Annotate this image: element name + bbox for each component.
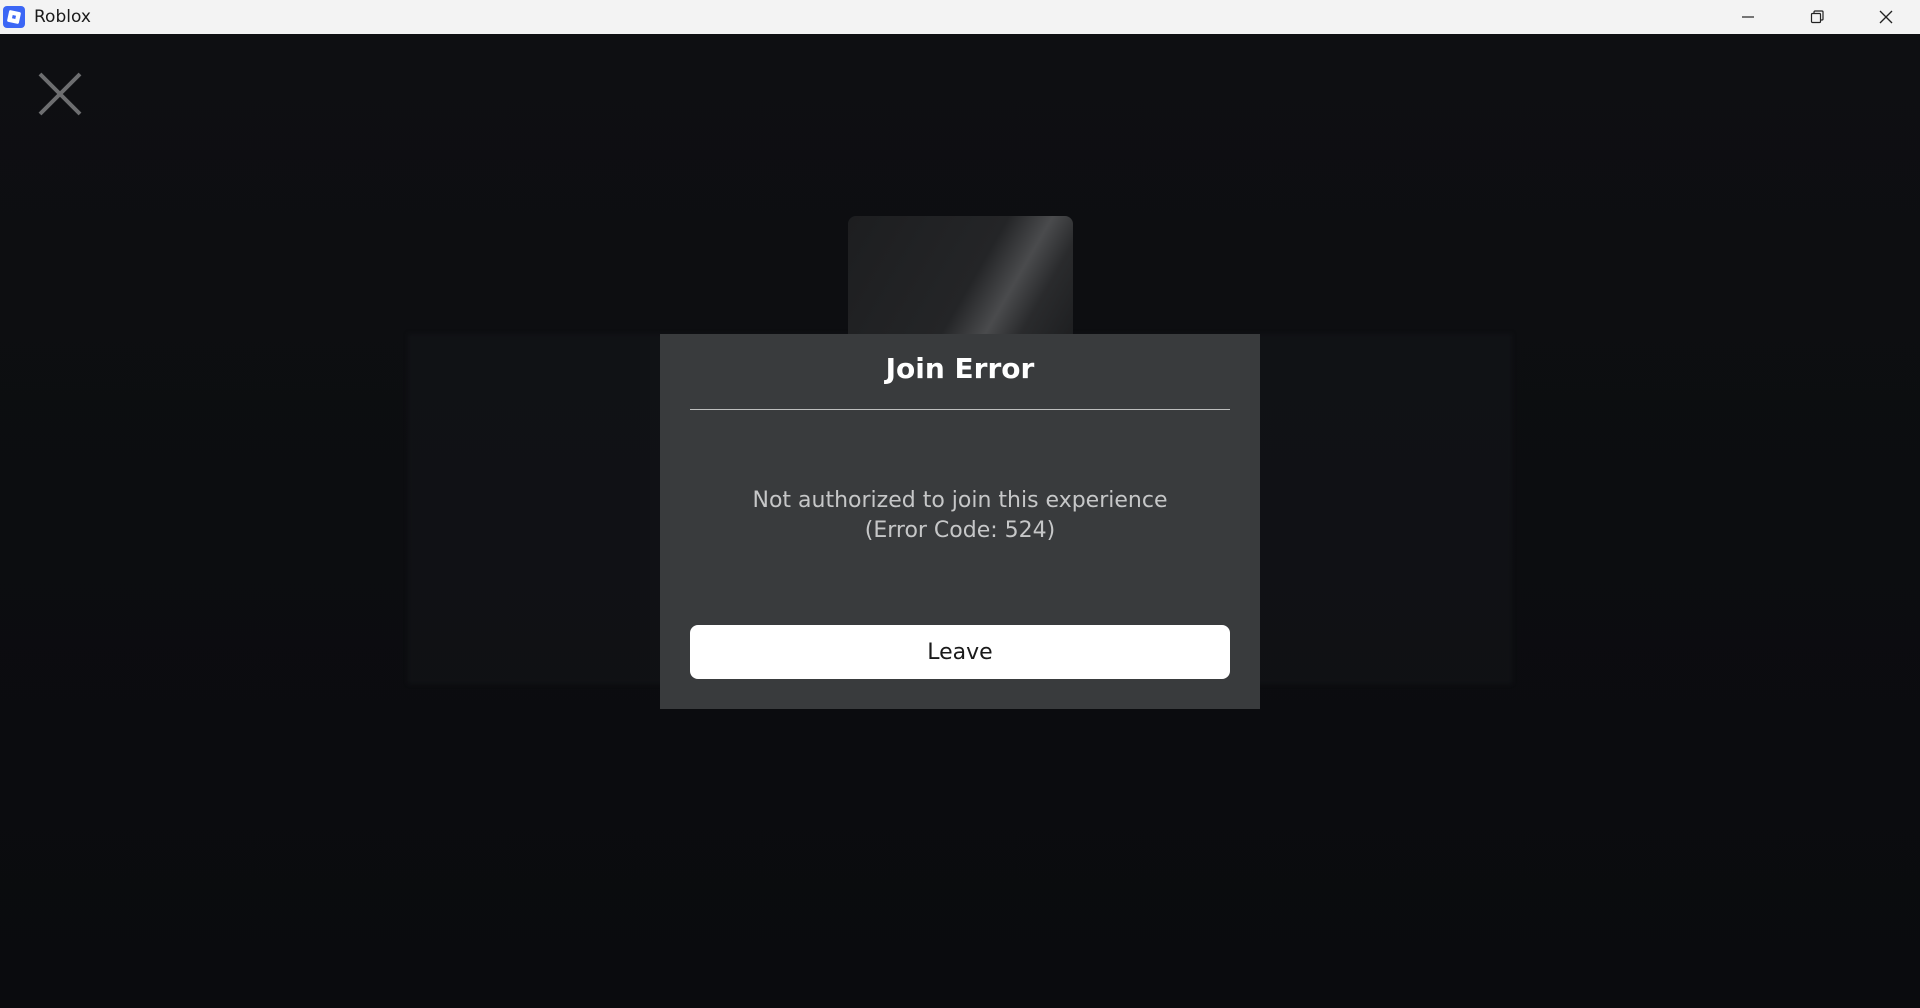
- window-title: Roblox: [34, 7, 91, 27]
- error-message: Not authorized to join this experience (…: [690, 486, 1230, 546]
- restore-icon: [1810, 10, 1824, 24]
- leave-button[interactable]: Leave: [690, 625, 1230, 679]
- error-code-text: (Error Code: 524): [864, 518, 1056, 543]
- dialog-title: Join Error: [885, 352, 1035, 385]
- join-error-dialog: Join Error Not authorized to join this e…: [660, 334, 1260, 709]
- window-close-button[interactable]: [1851, 0, 1920, 34]
- window-controls: [1713, 0, 1920, 34]
- window-titlebar: Roblox: [0, 0, 1920, 34]
- restore-button[interactable]: [1782, 0, 1851, 34]
- close-icon: [1879, 10, 1892, 24]
- overlay-close-button[interactable]: [36, 70, 84, 118]
- experience-thumbnail: [848, 216, 1073, 334]
- roblox-icon: [3, 6, 25, 28]
- minimize-icon: [1741, 16, 1754, 18]
- dialog-divider: [690, 409, 1230, 410]
- close-icon: [38, 72, 82, 116]
- error-message-text: Not authorized to join this experience: [752, 488, 1168, 513]
- minimize-button[interactable]: [1713, 0, 1782, 34]
- game-viewport: Join Error Not authorized to join this e…: [0, 34, 1920, 1008]
